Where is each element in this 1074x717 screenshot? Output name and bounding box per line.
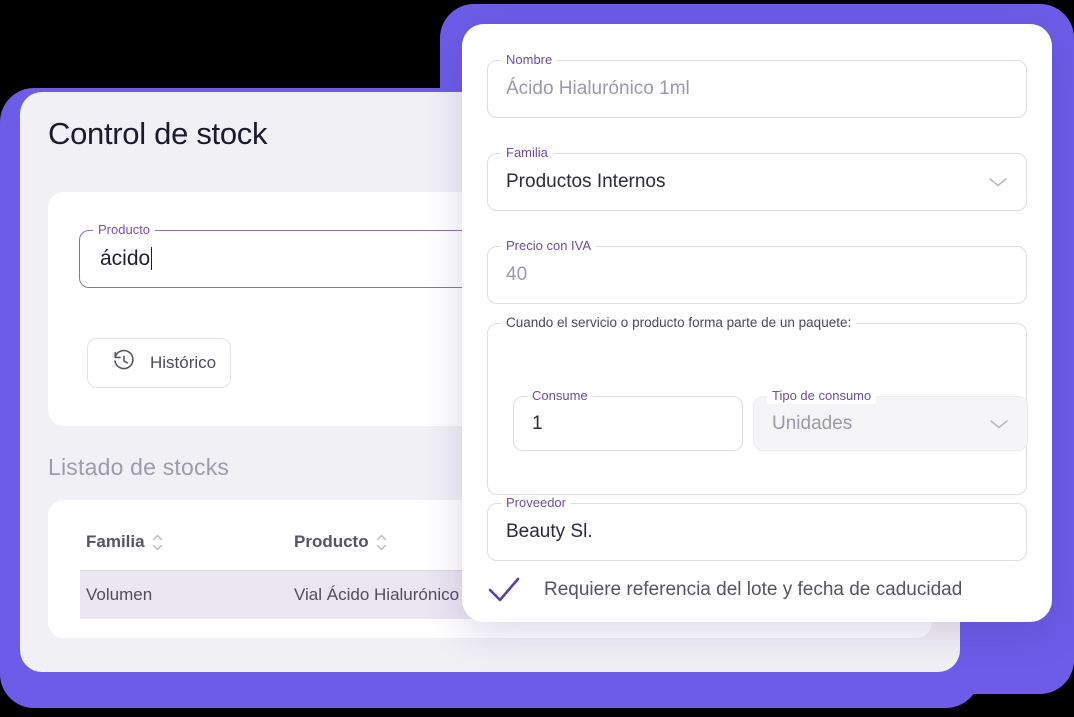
table-cell-familia: Volumen [86,585,153,604]
producto-input-text: ácido [100,247,151,270]
consume-input[interactable]: Consume 1 [513,388,743,451]
familia-select-legend: Familia [501,145,553,161]
page-title: Control de stock [48,116,268,151]
table-header-familia[interactable]: Familia [86,532,163,552]
producto-input-value: ácido [100,247,153,271]
product-detail-modal: Nombre Ácido Hialurónico 1ml Familia Pro… [462,24,1052,622]
tipo-de-consumo-select[interactable]: Tipo de consumo Unidades [753,388,1028,451]
precio-con-iva-input-value: 40 [506,264,528,285]
precio-con-iva-input-legend: Precio con IVA [501,238,597,254]
text-caret [151,247,153,270]
nombre-input-value: Ácido Hialurónico 1ml [506,78,690,99]
precio-con-iva-input[interactable]: Precio con IVA 40 [487,238,1027,304]
table-header-producto[interactable]: Producto [294,532,387,552]
consume-input-value: 1 [532,412,543,434]
requiere-lote-checkbox-label: Requiere referencia del lote y fecha de … [544,579,963,600]
sort-updown-icon[interactable] [152,534,163,551]
chevron-down-icon[interactable] [988,176,1008,188]
producto-input-legend: Producto [93,222,156,238]
familia-select[interactable]: Familia Productos Internos [487,145,1027,211]
table-header-familia-label: Familia [86,532,145,551]
nombre-input-legend: Nombre [501,52,558,68]
historico-button[interactable]: Histórico [87,338,231,388]
proveedor-input-legend: Proveedor [501,495,571,511]
table-cell-producto: Vial Ácido Hialurónico [294,585,460,604]
tipo-de-consumo-select-value: Unidades [772,412,853,434]
history-icon [112,349,136,378]
familia-select-value: Productos Internos [506,171,666,192]
table-header-producto-label: Producto [294,532,369,551]
chevron-down-icon[interactable] [989,418,1009,430]
consume-input-legend: Consume [527,388,593,404]
sort-updown-icon[interactable] [376,534,387,551]
listado-de-stocks-title: Listado de stocks [48,454,230,480]
paquete-fieldset: Cuando el servicio o producto forma part… [487,315,1028,495]
proveedor-input-value: Beauty Sl. [506,521,593,542]
nombre-input[interactable]: Nombre Ácido Hialurónico 1ml [487,52,1027,118]
proveedor-input[interactable]: Proveedor Beauty Sl. [487,495,1027,561]
tipo-de-consumo-select-legend: Tipo de consumo [767,388,877,404]
historico-button-label: Histórico [150,353,217,372]
check-icon[interactable] [487,576,521,604]
requiere-lote-checkbox[interactable]: Requiere referencia del lote y fecha de … [487,576,962,604]
paquete-fieldset-legend: Cuando el servicio o producto forma part… [501,315,857,331]
